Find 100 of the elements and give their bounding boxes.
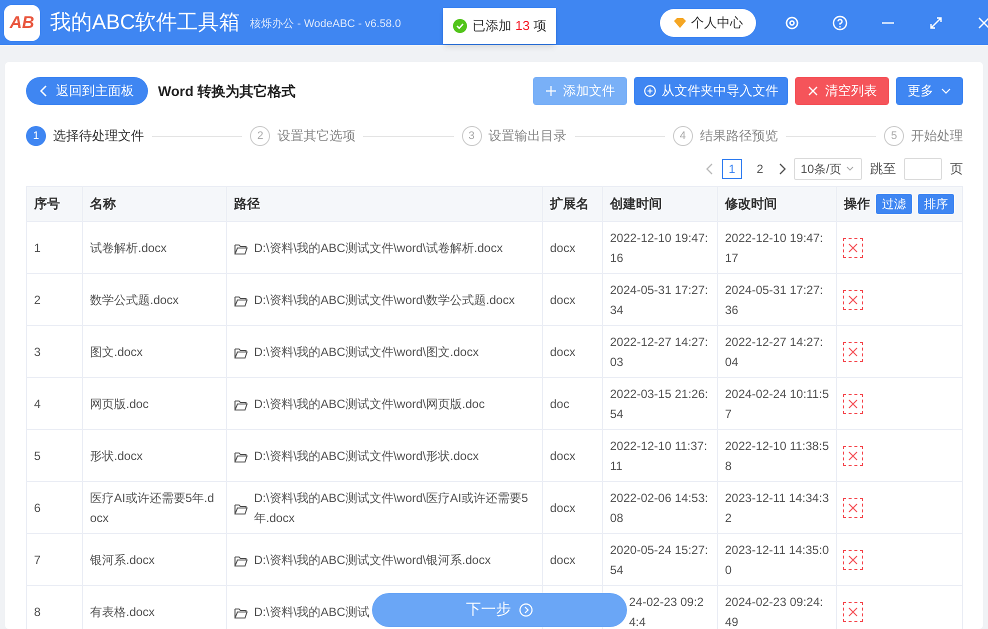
file-path: D:\资料\我的ABC测试文件\word\医疗AI或许还需要5年.docx	[254, 490, 530, 526]
close-icon[interactable]	[976, 14, 988, 30]
file-extension: docx	[550, 344, 576, 360]
modified-time: 2023-12-11 14:34:32	[725, 490, 829, 526]
arrow-circle-icon	[519, 603, 533, 617]
column-header: 名称	[90, 195, 116, 214]
delete-button[interactable]	[843, 550, 863, 570]
page-input[interactable]	[904, 158, 942, 180]
app-version: 核烁办公 - WodeABC - v6.58.0	[250, 17, 401, 32]
add-circle-icon	[644, 85, 656, 97]
modified-time: 2024-02-24 10:11:57	[725, 386, 829, 422]
close-icon	[848, 346, 858, 356]
plus-icon	[545, 85, 557, 97]
app-logo: AB	[4, 4, 40, 40]
success-icon	[452, 19, 467, 33]
jump-label: 跳至	[870, 160, 896, 178]
back-button[interactable]: 返回到主面板	[26, 77, 148, 105]
step-label: 设置输出目录	[488, 127, 566, 146]
delete-button[interactable]	[843, 394, 863, 414]
folder-icon	[234, 555, 248, 567]
delete-button[interactable]	[843, 238, 863, 258]
created-time: 2022-12-10 11:37:11	[610, 438, 708, 474]
file-name: 有表格.docx	[90, 604, 155, 620]
row-number: 2	[34, 292, 41, 308]
chevron-left-icon[interactable]	[706, 163, 714, 175]
file-extension: doc	[550, 396, 570, 412]
row-number: 7	[34, 552, 41, 568]
step-label: 选择待处理文件	[53, 127, 144, 146]
row-number: 4	[34, 396, 41, 412]
modified-time: 2024-05-31 17:27:36	[725, 282, 824, 318]
modified-time: 2024-02-23 09:24:49	[725, 594, 824, 629]
chevron-right-icon[interactable]	[778, 163, 786, 175]
folder-icon	[234, 347, 248, 359]
column-header: 路径	[234, 195, 260, 214]
column-header: 序号	[34, 195, 60, 214]
page-button[interactable]: 2	[750, 159, 770, 179]
delete-button[interactable]	[843, 342, 863, 362]
column-header: 扩展名	[550, 195, 589, 214]
folder-icon	[234, 399, 248, 411]
next-step-button[interactable]: 下一步	[372, 593, 627, 627]
close-icon	[848, 502, 858, 512]
delete-button[interactable]	[843, 498, 863, 518]
column-header: 操作	[844, 195, 870, 214]
file-extension: docx	[550, 500, 576, 516]
toast-text: 已添加 13 项	[472, 17, 546, 36]
more-button[interactable]: 更多	[896, 77, 963, 105]
app-title: 我的ABC软件工具箱	[50, 10, 240, 36]
add-button[interactable]: 添加文件	[533, 77, 627, 105]
folder-icon	[234, 503, 248, 515]
file-path: D:\资料\我的ABC测试文件\word\形状.docx	[254, 448, 479, 464]
folder-icon	[234, 607, 248, 619]
file-name: 图文.docx	[90, 344, 143, 360]
user-center-button[interactable]: 个人中心	[660, 8, 756, 36]
close-icon	[848, 450, 858, 460]
file-path: D:\资料\我的ABC测试文件\word\数学公式题.docx	[254, 292, 515, 308]
file-name: 网页版.doc	[90, 396, 149, 412]
file-name: 银河系.docx	[90, 552, 155, 568]
maximize-icon[interactable]	[928, 14, 944, 30]
step-label: 开始处理	[911, 127, 963, 146]
row-number: 3	[34, 344, 41, 360]
delete-button[interactable]	[843, 602, 863, 622]
file-path: D:\资料\我的ABC测试文件\word\银河系.docx	[254, 552, 491, 568]
filter-button[interactable]: 过滤	[876, 194, 912, 214]
import-button[interactable]: 从文件夹中导入文件	[634, 77, 788, 105]
delete-button[interactable]	[843, 290, 863, 310]
folder-icon	[234, 451, 248, 463]
step-label: 结果路径预览	[700, 127, 778, 146]
row-number: 6	[34, 500, 41, 516]
close-icon	[848, 242, 858, 252]
row-number: 5	[34, 448, 41, 464]
step-number: 3	[462, 126, 482, 146]
file-extension: docx	[550, 448, 576, 464]
page-button[interactable]: 1	[722, 159, 742, 179]
sort-button[interactable]: 排序	[918, 194, 954, 214]
folder-icon	[234, 295, 248, 307]
cross-icon	[807, 85, 819, 97]
modified-time: 2023-12-11 14:35:00	[725, 542, 829, 578]
modified-time: 2022-12-10 19:47:17	[725, 230, 824, 266]
close-icon	[848, 398, 858, 408]
file-path: D:\资料\我的ABC测试	[254, 604, 370, 620]
page-size-select[interactable]: 10条/页	[794, 158, 862, 180]
file-path: D:\资料\我的ABC测试文件\word\网页版.doc	[254, 396, 485, 412]
file-extension: docx	[550, 552, 576, 568]
chevron-left-icon	[40, 85, 48, 97]
file-extension: docx	[550, 240, 576, 256]
created-time: 2020-05-24 15:27:54	[610, 542, 710, 578]
column-header: 修改时间	[725, 195, 777, 214]
file-name: 数学公式题.docx	[90, 292, 179, 308]
delete-button[interactable]	[843, 446, 863, 466]
help-icon[interactable]	[832, 14, 848, 30]
file-name: 医疗AI或许还需要5年.docx	[90, 490, 216, 526]
created-time: 2022-03-15 21:26:54	[610, 386, 710, 422]
step-number: 2	[250, 126, 270, 146]
file-extension: docx	[550, 292, 576, 308]
created-time: 2022-12-27 14:27:03	[610, 334, 710, 370]
step-label: 设置其它选项	[277, 127, 356, 146]
created-time: 2022-12-10 19:47:16	[610, 230, 710, 266]
file-path: D:\资料\我的ABC测试文件\word\图文.docx	[254, 344, 479, 360]
modified-time: 2022-12-27 14:27:04	[725, 334, 824, 370]
clear-button[interactable]: 清空列表	[795, 77, 889, 105]
